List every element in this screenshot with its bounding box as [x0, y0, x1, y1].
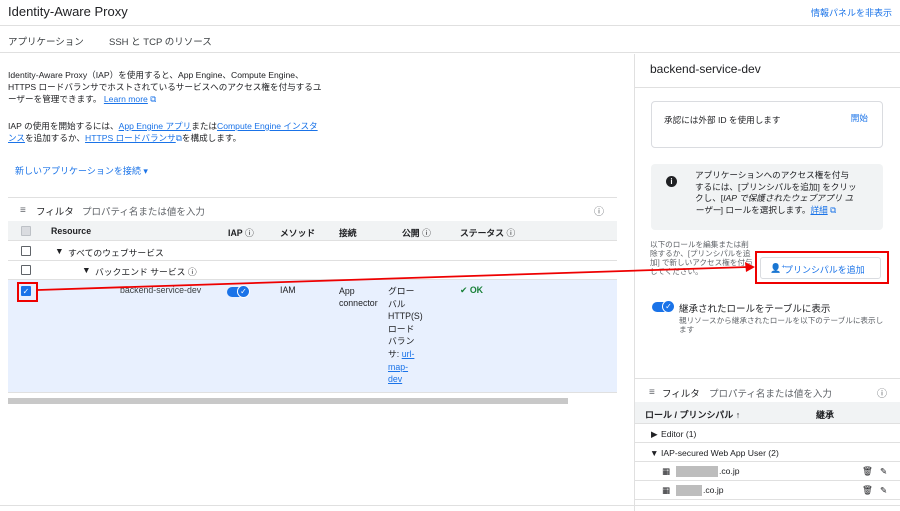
arrow-head: [745, 262, 755, 272]
annotation-arrow: [37, 262, 755, 291]
arrow-line: [37, 266, 749, 291]
